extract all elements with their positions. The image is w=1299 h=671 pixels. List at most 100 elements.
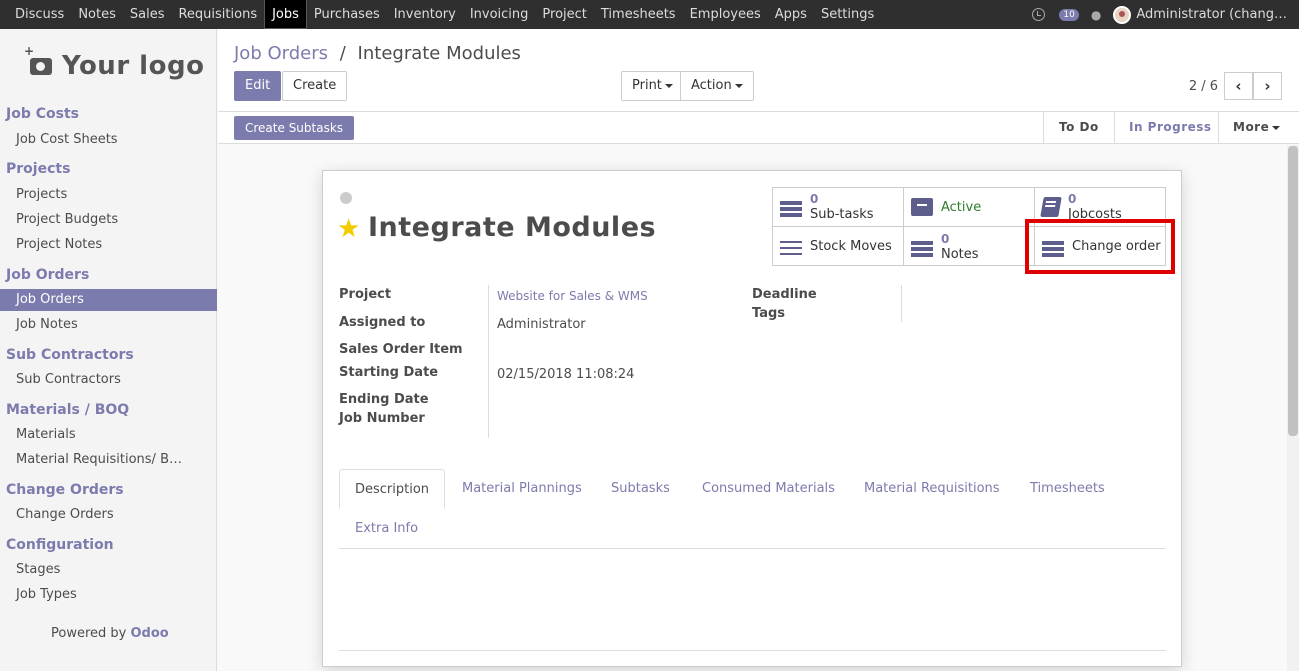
- powered-by-label: Powered by: [51, 626, 127, 641]
- subtasks-smart-button[interactable]: 0 Sub-tasks: [773, 188, 904, 227]
- chevron-down-icon: [664, 83, 673, 88]
- sales-order-item-label: Sales Order Item: [339, 342, 463, 357]
- sidebar-item-project-notes[interactable]: Project Notes: [0, 234, 217, 256]
- notes-label: Notes: [941, 246, 979, 262]
- section-materials-boq: Materials / BOQ: [6, 402, 130, 418]
- bug-icon[interactable]: ●: [1091, 8, 1101, 22]
- tab-material-requisitions[interactable]: Material Requisitions: [864, 469, 1000, 509]
- pager-next-button[interactable]: ›: [1253, 72, 1282, 100]
- menu-jobs[interactable]: Jobs: [264, 0, 307, 29]
- stage-more-dropdown[interactable]: More: [1233, 112, 1281, 143]
- notes-icon: [911, 238, 933, 257]
- tab-consumed-materials[interactable]: Consumed Materials: [702, 469, 835, 509]
- field-divider: [901, 285, 902, 322]
- assigned-to-label: Assigned to: [339, 315, 426, 330]
- deadline-label: Deadline: [752, 287, 817, 302]
- stock-moves-smart-button[interactable]: Stock Moves: [773, 227, 904, 266]
- menu-inventory[interactable]: Inventory: [387, 0, 463, 29]
- stock-moves-label: Stock Moves: [810, 239, 892, 254]
- pager-previous-button[interactable]: ‹: [1224, 72, 1253, 100]
- sidebar-item-job-orders[interactable]: Job Orders: [0, 289, 217, 311]
- stage-divider: [1114, 112, 1115, 143]
- sidebar-item-job-notes[interactable]: Job Notes: [0, 314, 217, 336]
- sidebar-item-materials[interactable]: Materials: [0, 424, 217, 446]
- project-label: Project: [339, 287, 392, 302]
- menu-notes[interactable]: Notes: [71, 0, 123, 29]
- menu-discuss[interactable]: Discuss: [8, 0, 71, 29]
- tasks-icon: [780, 198, 802, 217]
- sidebar: + Your logo Job Costs Job Cost Sheets Pr…: [0, 29, 217, 671]
- section-job-costs: Job Costs: [6, 106, 79, 122]
- subtasks-text: 0 Sub-tasks: [810, 192, 874, 222]
- section-sub-contractors: Sub Contractors: [6, 347, 134, 363]
- sidebar-item-stages[interactable]: Stages: [0, 559, 217, 581]
- pager-value[interactable]: 2 / 6: [1189, 79, 1218, 94]
- create-button[interactable]: Create: [282, 71, 348, 101]
- sidebar-item-change-orders[interactable]: Change Orders: [0, 504, 217, 526]
- chevron-down-icon: [734, 83, 743, 88]
- messaging-icon[interactable]: 10: [1059, 8, 1079, 21]
- menu-sales[interactable]: Sales: [123, 0, 172, 29]
- edit-button[interactable]: Edit: [234, 71, 282, 101]
- action-dropdown[interactable]: Action: [680, 71, 754, 101]
- chevron-right-icon: ›: [1264, 77, 1271, 95]
- section-projects: Projects: [6, 161, 71, 177]
- star-icon[interactable]: ★: [337, 214, 360, 244]
- tab-extra-info[interactable]: Extra Info: [355, 509, 418, 549]
- sidebar-item-material-requisitions[interactable]: Material Requisitions/ B…: [0, 449, 217, 471]
- sidebar-item-job-types[interactable]: Job Types: [0, 584, 217, 606]
- active-toggle-button[interactable]: Active: [904, 188, 1035, 227]
- menu-invoicing[interactable]: Invoicing: [463, 0, 536, 29]
- tab-timesheets[interactable]: Timesheets: [1030, 469, 1105, 509]
- menu-apps[interactable]: Apps: [768, 0, 814, 29]
- menu-project[interactable]: Project: [535, 0, 593, 29]
- sidebar-item-project-budgets[interactable]: Project Budgets: [0, 209, 217, 231]
- description-area-divider: [339, 650, 1166, 651]
- company-logo: + Your logo: [24, 44, 204, 81]
- sidebar-item-projects[interactable]: Projects: [0, 184, 217, 206]
- camera-icon: [30, 57, 52, 75]
- menu-settings[interactable]: Settings: [814, 0, 881, 29]
- jobcosts-text: 0 Jobcosts: [1068, 192, 1122, 222]
- notes-smart-button[interactable]: 0 Notes: [904, 227, 1035, 266]
- tab-description[interactable]: Description: [339, 469, 446, 509]
- avatar[interactable]: [1113, 5, 1132, 24]
- chevron-down-icon: [1272, 125, 1281, 130]
- menu-timesheets[interactable]: Timesheets: [594, 0, 683, 29]
- breadcrumb-job-orders[interactable]: Job Orders: [234, 43, 328, 64]
- stage-divider: [1218, 112, 1219, 143]
- ending-date-label: Ending Date: [339, 392, 429, 407]
- menu-purchases[interactable]: Purchases: [307, 0, 387, 29]
- status-bar: To Do In Progress More: [218, 112, 1299, 144]
- breadcrumb-current: Integrate Modules: [357, 43, 521, 64]
- assigned-to-field[interactable]: Administrator: [497, 317, 586, 332]
- menu-employees[interactable]: Employees: [683, 0, 768, 29]
- tab-material-plannings[interactable]: Material Plannings: [462, 469, 582, 509]
- highlight-box: [1025, 219, 1175, 274]
- activity-clock-icon[interactable]: [1032, 8, 1046, 21]
- odoo-link[interactable]: Odoo: [131, 626, 169, 641]
- chevron-left-icon: ‹: [1235, 77, 1242, 95]
- systray: 10 ● Administrator (chang…: [1032, 0, 1299, 29]
- active-label: Active: [941, 199, 982, 215]
- subtasks-count: 0: [810, 192, 819, 206]
- user-menu[interactable]: Administrator (chang…: [1136, 7, 1287, 22]
- job-number-label: Job Number: [339, 411, 425, 426]
- print-dropdown[interactable]: Print: [621, 71, 684, 101]
- subtasks-label: Sub-tasks: [810, 207, 874, 222]
- section-configuration: Configuration: [6, 537, 114, 553]
- notebook-tabs: Description Material Plannings Subtasks …: [339, 469, 1166, 549]
- stage-to-do[interactable]: To Do: [1059, 112, 1099, 143]
- stage-in-progress[interactable]: In Progress: [1129, 112, 1212, 143]
- project-field[interactable]: Website for Sales & WMS: [497, 289, 648, 303]
- sidebar-item-job-cost-sheets[interactable]: Job Cost Sheets: [0, 129, 217, 151]
- create-subtasks-button[interactable]: Create Subtasks: [234, 116, 355, 140]
- menu-requisitions[interactable]: Requisitions: [171, 0, 264, 29]
- sidebar-item-sub-contractors[interactable]: Sub Contractors: [0, 369, 217, 391]
- kanban-state-dot[interactable]: [340, 192, 352, 204]
- section-job-orders: Job Orders: [6, 267, 90, 283]
- more-label: More: [1233, 120, 1270, 134]
- scrollbar-thumb[interactable]: [1288, 146, 1298, 436]
- tab-subtasks[interactable]: Subtasks: [611, 469, 670, 509]
- starting-date-field[interactable]: 02/15/2018 11:08:24: [497, 367, 634, 382]
